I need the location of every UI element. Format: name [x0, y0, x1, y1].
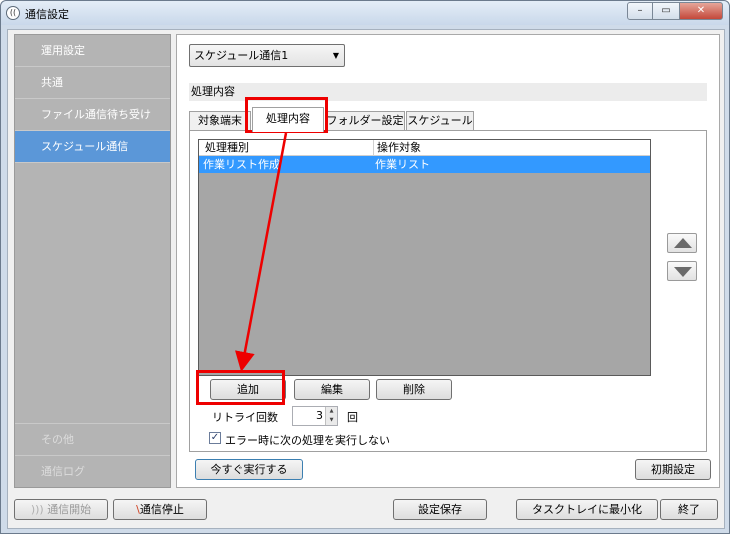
add-button[interactable]: 追加	[210, 379, 286, 400]
sidebar-item-schedule[interactable]: スケジュール通信	[15, 131, 170, 163]
continue-on-error-checkbox[interactable]: ✓	[209, 432, 221, 444]
tab-schedule[interactable]: スケジュール	[406, 111, 474, 131]
list-header: 処理種別 操作対象	[199, 140, 650, 156]
retry-label: リトライ回数	[212, 411, 278, 424]
sidebar-item-operation-settings[interactable]: 運用設定	[15, 35, 170, 67]
tab-target-terminal[interactable]: 対象端末	[189, 111, 251, 131]
signal-icon: )))	[30, 503, 48, 516]
window-controls: – ▭ ✕	[627, 2, 723, 20]
cell-target: 作業リスト	[375, 158, 430, 171]
triangle-down-icon	[674, 267, 692, 277]
minimize-to-tray-button[interactable]: タスクトレイに最小化	[516, 499, 658, 520]
table-row[interactable]: 作業リスト作成 作業リスト	[199, 156, 650, 173]
retry-count-stepper[interactable]: 3 ▲ ▼	[292, 406, 338, 426]
continue-on-error-label: エラー時に次の処理を実行しない	[225, 434, 390, 447]
client-area: 運用設定 共通 ファイル通信待ち受け スケジュール通信 その他 通信ログ スケジ…	[7, 29, 725, 529]
stop-communication-button[interactable]: \通信停止	[113, 499, 207, 520]
column-separator	[373, 140, 374, 156]
stepper-down-icon[interactable]: ▼	[325, 416, 337, 425]
retry-unit: 回	[347, 411, 358, 424]
sidebar-item-other[interactable]: その他	[15, 423, 170, 455]
title-bar[interactable]: (( 通信設定 – ▭ ✕	[1, 1, 729, 25]
chevron-down-icon: ▼	[332, 51, 339, 60]
minimize-button[interactable]: –	[627, 2, 653, 20]
sidebar-bottom: その他 通信ログ	[15, 423, 170, 487]
start-communication-label: 通信開始	[47, 503, 92, 516]
tab-folder-settings[interactable]: フォルダー設定	[325, 111, 405, 131]
stepper-buttons: ▲ ▼	[325, 407, 337, 425]
move-down-button[interactable]	[667, 261, 697, 281]
triangle-up-icon	[674, 238, 692, 248]
exit-button[interactable]: 終了	[660, 499, 718, 520]
start-communication-button[interactable]: ))) 通信開始	[14, 499, 108, 520]
close-button[interactable]: ✕	[679, 2, 723, 20]
maximize-button[interactable]: ▭	[653, 2, 679, 20]
sidebar-item-common[interactable]: 共通	[15, 67, 170, 99]
window-title: 通信設定	[25, 8, 69, 21]
sidebar: 運用設定 共通 ファイル通信待ち受け スケジュール通信 その他 通信ログ	[14, 34, 171, 488]
radio-wave-icon: ((	[6, 6, 20, 20]
cell-process-type: 作業リスト作成	[203, 158, 280, 171]
section-title: 処理内容	[189, 83, 707, 101]
reset-defaults-button[interactable]: 初期設定	[635, 459, 711, 480]
edit-button[interactable]: 編集	[294, 379, 370, 400]
process-list[interactable]: 処理種別 操作対象 作業リスト作成 作業リスト	[198, 139, 651, 376]
column-process-type[interactable]: 処理種別	[205, 140, 249, 156]
run-now-button[interactable]: 今すぐ実行する	[195, 459, 303, 480]
sidebar-item-file-listen[interactable]: ファイル通信待ち受け	[15, 99, 170, 131]
settings-window: (( 通信設定 – ▭ ✕ 運用設定 共通 ファイル通信待ち受け スケジュール通…	[0, 0, 730, 534]
stepper-up-icon[interactable]: ▲	[325, 407, 337, 416]
save-settings-button[interactable]: 設定保存	[393, 499, 487, 520]
stop-communication-label: 通信停止	[139, 503, 184, 516]
delete-button[interactable]: 削除	[376, 379, 452, 400]
schedule-select-value: スケジュール通信1	[194, 49, 289, 62]
move-up-button[interactable]	[667, 233, 697, 253]
retry-count-value: 3	[316, 409, 323, 422]
tab-processing[interactable]: 処理内容	[252, 107, 324, 132]
schedule-select[interactable]: スケジュール通信1 ▼	[189, 44, 345, 67]
column-target[interactable]: 操作対象	[377, 140, 421, 156]
sidebar-item-log[interactable]: 通信ログ	[15, 455, 170, 487]
main-panel: スケジュール通信1 ▼ 処理内容 対象端末 処理内容 フォルダー設定 スケジュー…	[176, 34, 720, 488]
